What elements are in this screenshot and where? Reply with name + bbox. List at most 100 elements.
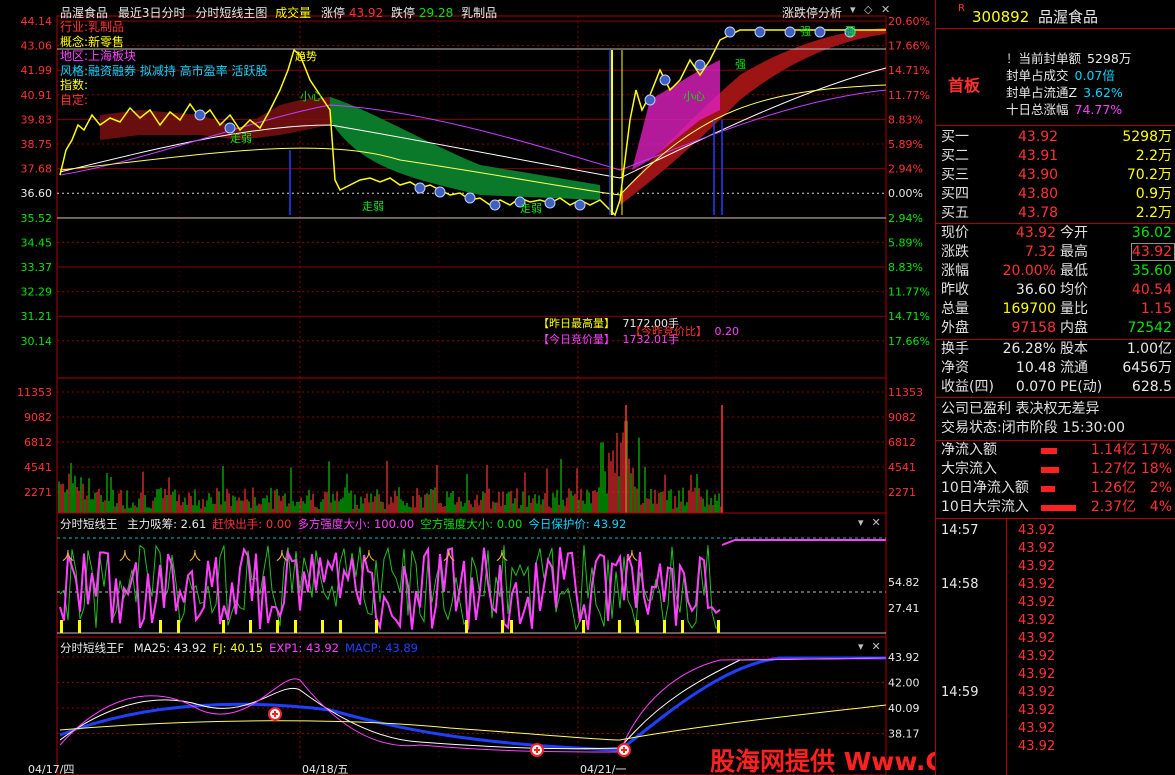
fundamental-row: 净资 10.48 流通 6456万 [936, 359, 1175, 378]
price-tick: 31.21 [21, 310, 53, 323]
header-controls[interactable]: ▾ ◇ ✕ [850, 3, 890, 16]
fish-icon [814, 26, 826, 38]
fund-label: 流通 [1060, 360, 1088, 376]
chart-canvas[interactable]: 44.14 20.60% 43.06 17.66% 41.99 14.71% 40.91 11… [0, 0, 935, 775]
sub1-close-icon[interactable]: ✕ [872, 516, 881, 529]
volume-tick-right: 11353 [888, 386, 923, 399]
tick-price: 43.92 [1018, 667, 1056, 682]
sub1-header: 分时短线王 主力吸筹: 2.61 赶快出手: 0.00 多方强度大小: 100.00… [60, 516, 626, 532]
sub1-tick: 27.41 [888, 602, 920, 615]
today-auction-label: 【今日竞价量】 [538, 333, 615, 346]
seal-info-value: 5298万 [1087, 51, 1132, 66]
bid-price: 43.80 [1018, 186, 1059, 202]
flow-pct: 18% [1140, 461, 1172, 477]
sub1-yellow-bar [321, 620, 324, 633]
date-label: 04/18/五 [302, 763, 348, 775]
sub2-title[interactable]: 分时短线王F [60, 641, 124, 655]
chart-tag: 强 [845, 25, 856, 38]
flow-value: 1.14亿 [1090, 442, 1136, 458]
quote-label: 外盘 [941, 320, 969, 336]
tick-price: 43.92 [1018, 559, 1056, 574]
seal-info-label: 十日总涨幅 [1006, 102, 1069, 117]
fish-icon [574, 199, 586, 211]
sub1-yellow-bar [510, 620, 513, 633]
sub2-item: MA25: 43.92 [134, 641, 207, 655]
flow-bar [1041, 448, 1057, 454]
sub1-dropdown-icon[interactable]: ▾ [858, 516, 864, 529]
flow-row: 10日净流入额 1.26亿 2% [936, 479, 1175, 498]
sub2-item-value: 43.92 [302, 641, 339, 655]
sub1-title[interactable]: 分时短线王 [60, 517, 118, 531]
sub1-yellow-bar [717, 620, 720, 633]
seal-info-value: 74.77% [1074, 102, 1123, 117]
sub2-item: FJ: 40.15 [213, 641, 263, 655]
bid-row[interactable]: 买一 43.92 5298万 [936, 128, 1175, 147]
chart-tag: 走弱 [520, 202, 542, 215]
bid-volume: 70.2万 [1126, 167, 1172, 183]
bid-row[interactable]: 买三 43.90 70.2万 [936, 166, 1175, 185]
collapse-icon[interactable]: ◇ [864, 3, 872, 16]
quote-label: 最低 [1060, 263, 1088, 279]
fish-icon [414, 182, 426, 194]
bid-row[interactable]: 买二 43.91 2.2万 [936, 147, 1175, 166]
green-band [330, 97, 600, 200]
sub1-marker-icon: 人 [276, 549, 288, 563]
pct-tick: 2.94% [888, 212, 923, 225]
flow-row: 大宗流入 1.27亿 18% [936, 460, 1175, 479]
sub2-controls[interactable]: ▾ ✕ [858, 640, 881, 653]
fund-value: 1.00亿 [1126, 341, 1172, 357]
tick-row: 43.92 [936, 630, 1175, 648]
tick-row: 14:57 43.92 [936, 522, 1175, 540]
quote-value: 169700 [1002, 301, 1056, 317]
sub2-item-label: MACP: [344, 641, 382, 655]
volume-tick: 6812 [24, 436, 52, 449]
quote-label: 总量 [941, 301, 969, 317]
sub2-dropdown-icon[interactable]: ▾ [858, 640, 864, 653]
fund-label: 净资 [941, 360, 969, 376]
mode-label[interactable]: 最近3日分时 [118, 6, 186, 20]
sub1-yellow-bar [663, 620, 666, 633]
sub2-header: 分时短线王F MA25: 43.92 FJ: 40.15 EXP1: 43.92 MA… [60, 640, 418, 656]
pct-tick: 2.94% [888, 163, 923, 176]
dropdown-icon[interactable]: ▾ [850, 3, 856, 16]
tick-row: 43.92 [936, 540, 1175, 558]
sub1-controls[interactable]: ▾ ✕ [858, 516, 881, 529]
sub2-close-icon[interactable]: ✕ [872, 640, 881, 653]
flow-pct: 17% [1140, 442, 1172, 458]
sub1-marker-icon: 人 [626, 549, 638, 563]
auction-ratio-value: 0.20 [714, 325, 740, 338]
volume-tick-right: 2271 [888, 486, 916, 499]
chart-tag: 强 [800, 25, 811, 38]
seal-info-row: 十日总涨幅 74.77% [1006, 101, 1131, 118]
price-tick: 40.91 [21, 89, 53, 102]
close-icon[interactable]: ✕ [881, 3, 890, 16]
tick-price: 43.92 [1018, 739, 1056, 754]
tick-row: 43.92 [936, 666, 1175, 684]
flow-pct: 4% [1149, 499, 1172, 515]
pct-tick: 17.66% [888, 40, 930, 53]
first-board-badge: 首板 [948, 76, 981, 95]
bid-label: 买一 [941, 129, 969, 145]
limit-up-label: 涨停 [321, 6, 346, 20]
quote-row: 涨幅 20.00% 最低 35.60 [936, 262, 1175, 281]
company-note-row: 公司已盈利 表决权无差异 [936, 400, 1175, 419]
indicator-label[interactable]: 分时短线主图 [195, 6, 267, 20]
sub1-item: 多方强度大小: 100.00 [297, 517, 414, 531]
intraday-chart-area[interactable]: 44.14 20.60% 43.06 17.66% 41.99 14.71% 40.91 11… [0, 0, 1127, 775]
fish-icon [544, 197, 556, 209]
sub1-item-label: 空方强度大小: [420, 517, 494, 531]
seal-info-label: 封单占成交 [1006, 68, 1069, 83]
date-label: 04/17/四 [28, 763, 74, 775]
bid-row[interactable]: 买四 43.80 0.9万 [936, 185, 1175, 204]
quote-value: 36.02 [1131, 225, 1172, 241]
stock-title: 300892 品渥食品 [972, 6, 1098, 27]
sub1-yellow-bar [222, 620, 225, 633]
bid-row[interactable]: 买五 43.78 2.2万 [936, 204, 1175, 223]
volume-tick: 9082 [24, 411, 52, 424]
stock-panel-name: 品渥食品 [1038, 8, 1099, 26]
quote-value: 72542 [1127, 320, 1172, 336]
fish-icon [724, 26, 736, 38]
sector-label: 乳制品 [461, 6, 498, 20]
limit-analysis-button[interactable]: 涨跌停分析 [782, 4, 842, 21]
price-tick: 43.06 [21, 40, 53, 53]
